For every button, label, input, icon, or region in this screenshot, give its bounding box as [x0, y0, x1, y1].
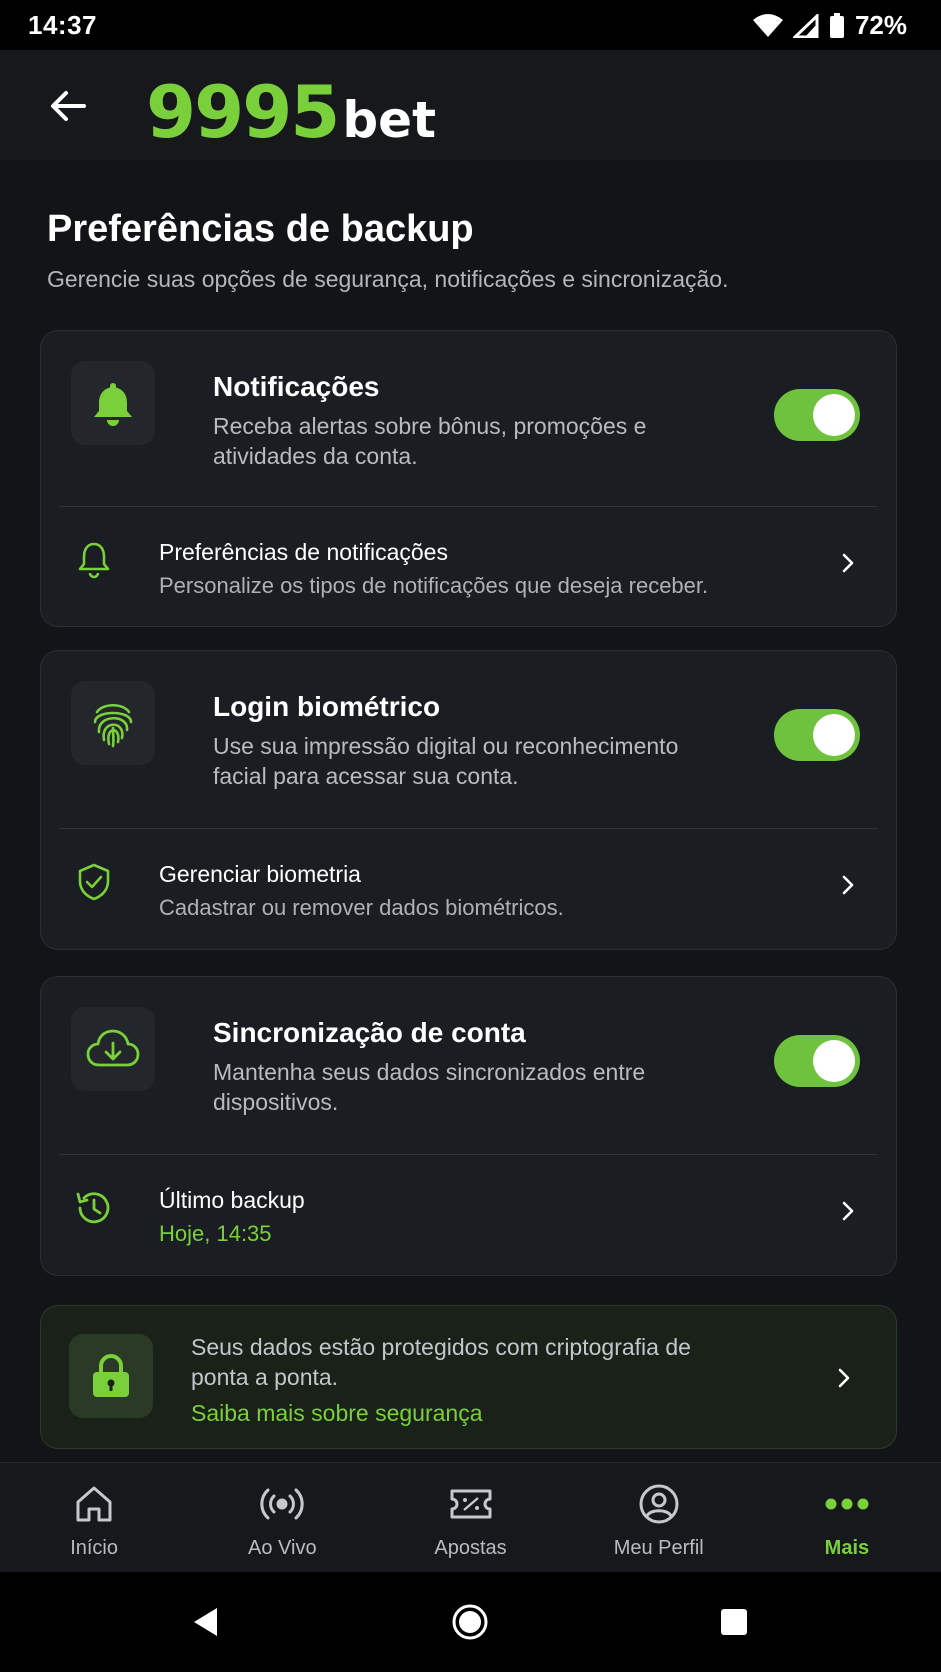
- history-icon: [76, 1192, 110, 1224]
- app-bar: 9995 bet: [0, 50, 941, 160]
- notifications-tile: [71, 361, 155, 445]
- sync-tile: [71, 1007, 155, 1091]
- biometric-toggle[interactable]: [774, 709, 860, 761]
- shield-check-icon: [78, 863, 110, 901]
- profile-icon: [639, 1484, 679, 1524]
- nav-item-inicio[interactable]: Início: [0, 1463, 188, 1573]
- last-backup-row[interactable]: Último backup Hoje, 14:35: [41, 1155, 896, 1275]
- notifications-card: Notificações Receba alertas sobre bônus,…: [40, 330, 897, 627]
- security-learn-more-link[interactable]: Saiba mais sobre segurança: [191, 1400, 483, 1427]
- chevron-right-icon: [842, 553, 854, 573]
- logo-number: 9995: [146, 70, 340, 154]
- manage-biometrics-row[interactable]: Gerenciar biometria Cadastrar ou remover…: [41, 829, 896, 949]
- nav-label: Início: [70, 1537, 118, 1559]
- security-text: Seus dados estão protegidos com criptogr…: [191, 1334, 691, 1390]
- fingerprint-icon: [93, 703, 133, 748]
- logo-text: bet: [342, 91, 436, 149]
- security-banner[interactable]: Seus dados estão protegidos com criptogr…: [40, 1305, 897, 1449]
- notification-preferences-title: Preferências de notificações: [159, 539, 448, 565]
- sync-card: Sincronização de conta Mantenha seus dad…: [40, 976, 897, 1276]
- ticket-icon: [450, 1489, 491, 1519]
- security-tile: [69, 1334, 153, 1418]
- last-backup-title: Último backup: [159, 1187, 305, 1213]
- back-button[interactable]: [40, 80, 96, 132]
- chevron-right-icon: [838, 1368, 850, 1388]
- live-icon: [260, 1488, 304, 1520]
- chevron-right-icon: [842, 875, 854, 895]
- system-navigation-bar: [0, 1572, 941, 1672]
- status-time: 14:37: [28, 10, 97, 40]
- sync-toggle[interactable]: [774, 1035, 860, 1087]
- biometric-description: Use sua impressão digital ou reconhecime…: [213, 733, 679, 789]
- bell-outline-icon: [78, 542, 110, 579]
- chevron-right-icon: [842, 1201, 854, 1221]
- wifi-icon: [752, 13, 783, 37]
- page-title: Preferências de backup: [47, 208, 474, 250]
- biometric-card: Login biométrico Use sua impressão digit…: [40, 650, 897, 950]
- nav-item-meu-perfil[interactable]: Meu Perfil: [565, 1463, 753, 1573]
- battery-percent: 72%: [854, 10, 907, 40]
- lock-icon: [93, 1354, 129, 1397]
- more-icon: [825, 1498, 869, 1510]
- toggle-knob: [813, 714, 855, 756]
- last-backup-time: Hoje, 14:35: [159, 1221, 272, 1246]
- home-icon: [76, 1486, 112, 1522]
- page-subtitle: Gerencie suas opções de segurança, notif…: [47, 266, 729, 292]
- nav-label: Ao Vivo: [248, 1537, 317, 1559]
- system-home-button[interactable]: [446, 1598, 494, 1646]
- circle-home-icon: [452, 1604, 488, 1640]
- bottom-navigation: Início Ao Vivo Apostas Meu Perfil Mais: [0, 1462, 941, 1573]
- triangle-back-icon: [194, 1608, 217, 1636]
- notification-preferences-subtitle: Personalize os tipos de notificações que…: [159, 573, 709, 598]
- signal-icon: [792, 13, 819, 38]
- nav-item-ao-vivo[interactable]: Ao Vivo: [188, 1463, 376, 1573]
- nav-item-mais[interactable]: Mais: [753, 1463, 941, 1573]
- toggle-knob: [813, 394, 855, 436]
- manage-biometrics-title: Gerenciar biometria: [159, 861, 361, 887]
- nav-label: Apostas: [434, 1537, 507, 1559]
- nav-label: Meu Perfil: [613, 1537, 704, 1559]
- biometric-title: Login biométrico: [213, 691, 441, 722]
- system-back-button[interactable]: [182, 1598, 230, 1646]
- notification-preferences-row[interactable]: Preferências de notificações Personalize…: [41, 507, 896, 627]
- biometric-tile: [71, 681, 155, 765]
- notifications-description: Receba alertas sobre bônus, promoções e …: [213, 413, 647, 469]
- sync-description: Mantenha seus dados sincronizados entre …: [213, 1059, 646, 1115]
- sync-title: Sincronização de conta: [213, 1017, 526, 1048]
- notifications-toggle[interactable]: [774, 389, 860, 441]
- notifications-title: Notificações: [213, 371, 380, 402]
- battery-icon: [829, 12, 844, 38]
- system-recents-button[interactable]: [710, 1598, 758, 1646]
- square-recents-icon: [721, 1609, 747, 1635]
- status-bar: 14:37 72%: [0, 0, 941, 50]
- brand-logo: 9995 bet: [146, 70, 436, 154]
- nav-item-apostas[interactable]: Apostas: [376, 1463, 564, 1573]
- bell-icon: [94, 383, 132, 426]
- arrow-left-icon: [51, 91, 86, 121]
- toggle-knob: [813, 1040, 855, 1082]
- cloud-download-icon: [86, 1029, 140, 1067]
- manage-biometrics-subtitle: Cadastrar ou remover dados biométricos.: [159, 895, 564, 920]
- nav-label: Mais: [824, 1537, 870, 1559]
